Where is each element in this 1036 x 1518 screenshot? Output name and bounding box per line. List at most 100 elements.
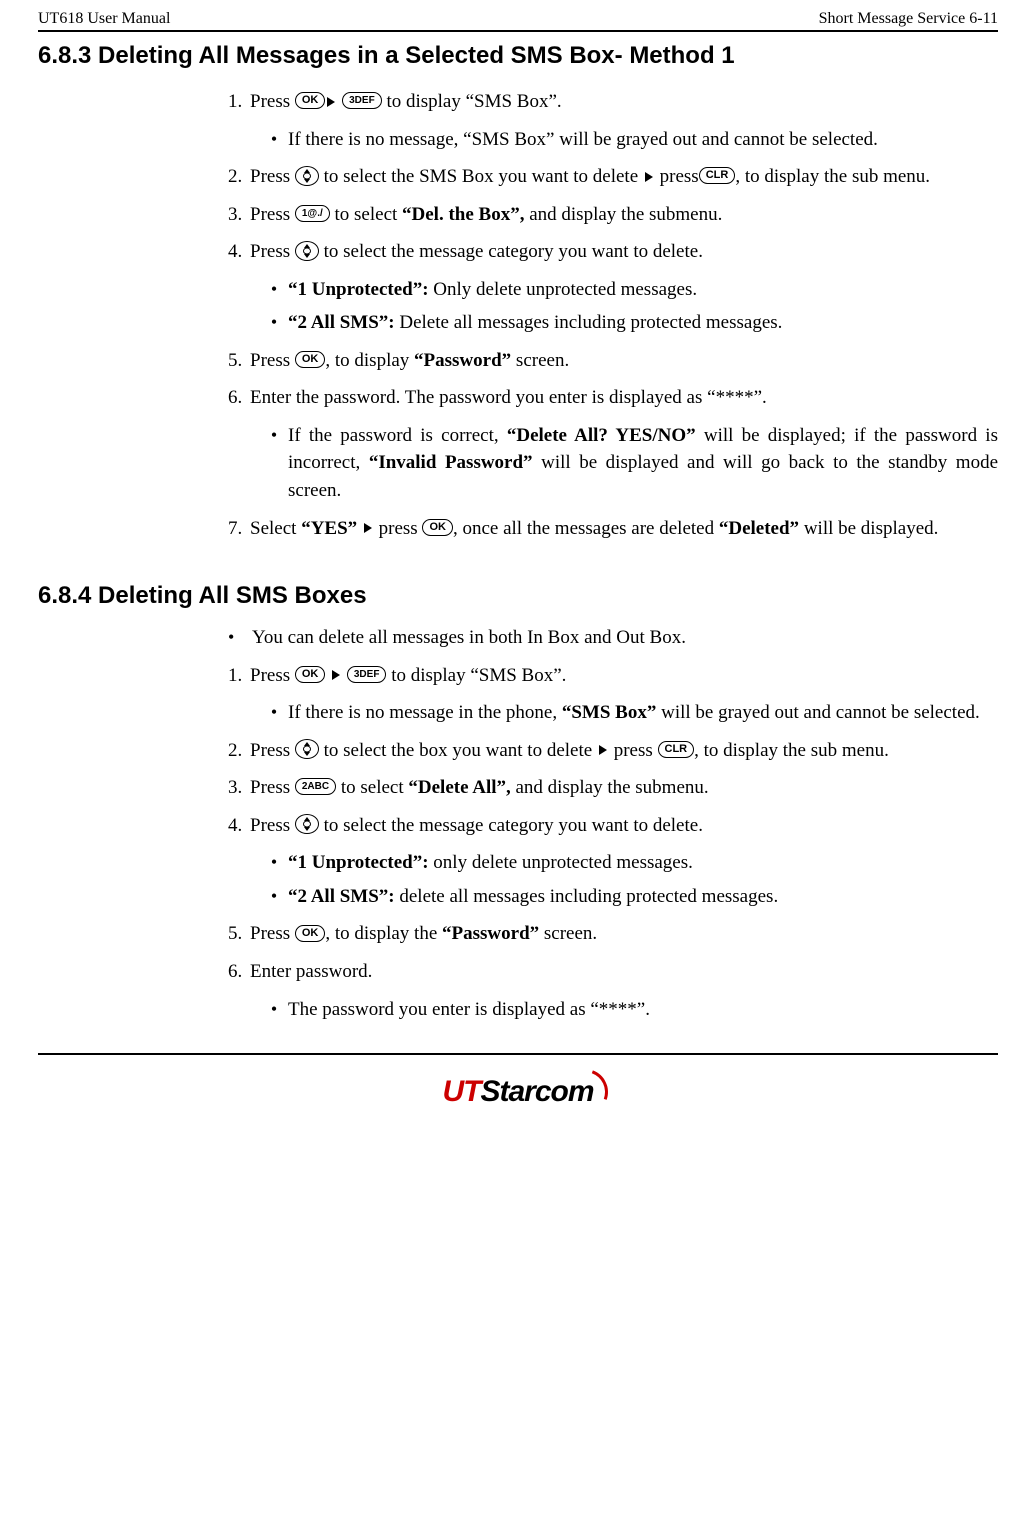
step-684-5: 5. Press OK, to display the “Password” s… [228,920,998,948]
text: , once all the messages are deleted [453,518,719,539]
text: only delete unprotected messages. [429,852,693,873]
text: Press [250,166,295,187]
text: to display “SMS Box”. [382,91,562,112]
text: Delete all messages including protected … [395,312,783,333]
step-683-1: 1. Press OK 3DEF to display “SMS Box”. [228,88,998,116]
three-key-icon: 3DEF [342,92,382,109]
text: to select the message category you want … [319,241,703,262]
text: Press [250,241,295,262]
arrow-icon [327,97,335,107]
bullet: “1 Unprotected”: Only delete unprotected… [260,276,998,304]
header-right: Short Message Service 6-11 [819,10,998,28]
bullet-icon [260,126,288,154]
bullets: If the password is correct, “Delete All?… [260,422,998,505]
step-number: 3. [228,774,250,802]
bullet-icon [260,276,288,304]
bullet-text: If there is no message in the phone, “SM… [288,699,998,727]
header-left: UT618 User Manual [38,10,170,28]
bold-text: “SMS Box” [562,702,657,723]
step-number: 6. [228,958,250,986]
bullets: If there is no message in the phone, “SM… [260,699,998,727]
step-number: 7. [228,515,250,543]
intro-text: You can delete all messages in both In B… [252,624,686,652]
bullet-text: If there is no message, “SMS Box” will b… [288,126,998,154]
bullet: If there is no message, “SMS Box” will b… [260,126,998,154]
arrow-icon [364,523,372,533]
text: Press [250,740,295,761]
step-684-6: 6. Enter password. [228,958,998,986]
step-content: Press 1@./ to select “Del. the Box”, and… [250,201,998,229]
logo-arc-icon [554,1062,615,1123]
step-content: Enter the password. The password you ent… [250,384,998,412]
text: and display the submenu. [524,204,722,225]
arrow-icon [332,670,340,680]
text: Press [250,91,295,112]
text: Press [250,204,295,225]
ok-key-icon: OK [295,666,326,683]
bullet-icon [260,699,288,727]
bullet-text: If the password is correct, “Delete All?… [288,422,998,505]
bullet: “2 All SMS”: delete all messages includi… [260,883,998,911]
bullet-text: “1 Unprotected”: Only delete unprotected… [288,276,998,304]
text: Press [250,923,295,944]
two-key-icon: 2ABC [295,778,336,795]
bullets: “1 Unprotected”: only delete unprotected… [260,849,998,910]
section-684-body: You can delete all messages in both In B… [228,624,998,1023]
step-number: 6. [228,384,250,412]
text: and display the submenu. [511,777,709,798]
bold-text: “YES” [301,518,357,539]
text: to select [336,777,408,798]
text: press [609,740,658,761]
text: screen. [539,923,597,944]
step-683-6: 6. Enter the password. The password you … [228,384,998,412]
bullet-icon [260,309,288,337]
text: to select [330,204,402,225]
bullet-icon [228,624,246,652]
text: press [655,166,699,187]
clr-key-icon: CLR [699,167,736,184]
step-number: 1. [228,662,250,690]
bold-text: “1 Unprotected”: [288,852,429,873]
bullet-icon [260,849,288,877]
step-684-2: 2. Press to select the box you want to d… [228,737,998,765]
text: , to display the sub menu. [694,740,889,761]
text: to select the box you want to delete [319,740,597,761]
nav-key-icon [295,166,319,186]
text: Press [250,350,295,371]
footer-divider [38,1053,998,1055]
text: Only delete unprotected messages. [429,279,698,300]
step-number: 2. [228,163,250,191]
bullet-icon [260,883,288,911]
step-number: 4. [228,238,250,266]
text: to select the message category you want … [319,815,703,836]
ok-key-icon: OK [295,351,326,368]
step-683-2: 2. Press to select the SMS Box you want … [228,163,998,191]
bold-text: “Invalid Password” [369,452,533,473]
step-number: 4. [228,812,250,840]
bullet-text: “2 All SMS”: delete all messages includi… [288,883,998,911]
bold-text: “Delete All? YES/NO” [507,425,696,446]
logo-ut: UT [442,1075,480,1108]
section-683-title: 6.8.3 Deleting All Messages in a Selecte… [38,42,998,70]
bullet-icon [260,996,288,1024]
step-684-3: 3. Press 2ABC to select “Delete All”, an… [228,774,998,802]
section-683-body: 1. Press OK 3DEF to display “SMS Box”. I… [228,88,998,542]
page-header: UT618 User Manual Short Message Service … [38,10,998,32]
intro-bullet: You can delete all messages in both In B… [228,624,998,652]
step-number: 1. [228,88,250,116]
one-key-icon: 1@./ [295,205,330,222]
ok-key-icon: OK [422,519,453,536]
step-content: Press to select the SMS Box you want to … [250,163,998,191]
footer-logo-wrap: UTStarcom [38,1075,998,1109]
bold-text: “Delete All”, [408,777,510,798]
ok-key-icon: OK [295,92,326,109]
bullet: “2 All SMS”: Delete all messages includi… [260,309,998,337]
bold-text: “2 All SMS”: [288,886,395,907]
step-content: Press OK, to display the “Password” scre… [250,920,998,948]
text: Press [250,777,295,798]
bullet: If the password is correct, “Delete All?… [260,422,998,505]
arrow-icon [645,172,653,182]
step-content: Press OK 3DEF to display “SMS Box”. [250,662,998,690]
bold-text: “Del. the Box”, [402,204,524,225]
text: Select [250,518,301,539]
